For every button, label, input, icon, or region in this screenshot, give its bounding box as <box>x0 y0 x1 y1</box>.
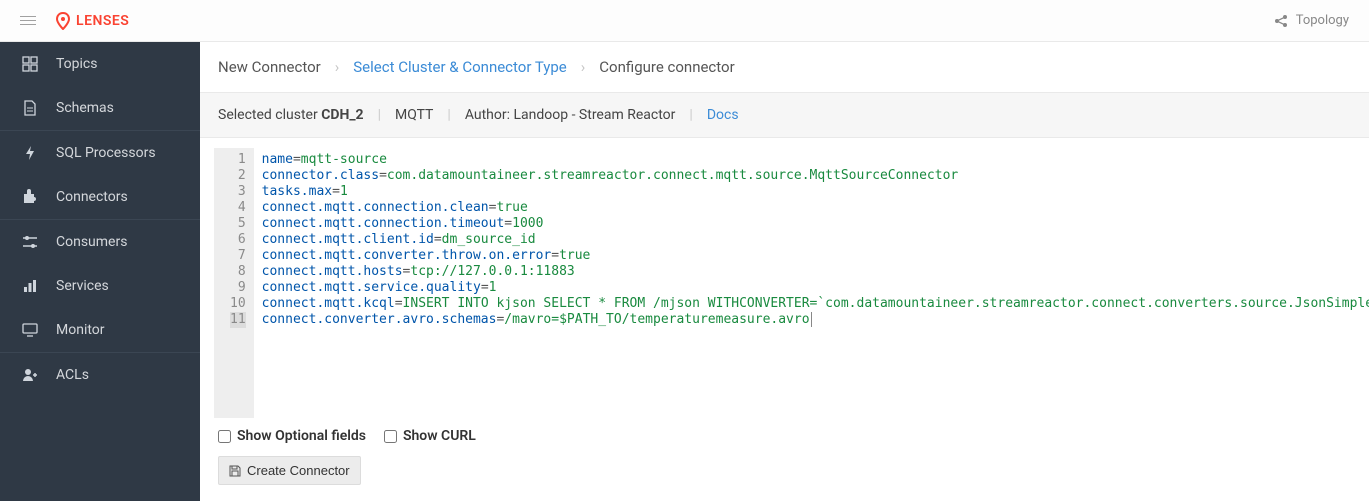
show-curl-checkbox[interactable]: Show CURL <box>384 428 476 444</box>
code-line[interactable]: connect.mqtt.service.quality=1 <box>262 280 1369 296</box>
bc-root: New Connector <box>218 58 321 76</box>
lenses-pin-icon <box>56 12 70 30</box>
editor-code[interactable]: name=mqtt-sourceconnector.class=com.data… <box>254 148 1369 418</box>
create-connector-button[interactable]: Create Connector <box>218 456 361 485</box>
code-line[interactable]: connect.mqtt.client.id=dm_source_id <box>262 232 1369 248</box>
sidebar-item-label: Services <box>56 278 109 294</box>
code-editor[interactable]: 1234567891011 name=mqtt-sourceconnector.… <box>214 148 1355 418</box>
code-line[interactable]: connect.mqtt.converter.throw.on.error=tr… <box>262 248 1369 264</box>
menu-icon[interactable] <box>20 16 36 25</box>
sidebar-item-label: Connectors <box>56 189 128 205</box>
topology-label: Topology <box>1296 13 1349 28</box>
save-icon <box>229 465 241 477</box>
infobar: Selected cluster CDH_2 | MQTT | Author: … <box>200 93 1369 138</box>
sidebar-item-connectors[interactable]: Connectors <box>0 175 200 219</box>
code-line[interactable]: tasks.max=1 <box>262 184 1369 200</box>
code-line[interactable]: connector.class=com.datamountaineer.stre… <box>262 168 1369 184</box>
breadcrumb: New Connector › Select Cluster & Connect… <box>200 42 1369 93</box>
show-optional-checkbox[interactable]: Show Optional fields <box>218 428 366 444</box>
screen-icon <box>22 323 38 337</box>
sidebar-item-acls[interactable]: ACLs <box>0 353 200 397</box>
sidebar-item-monitor[interactable]: Monitor <box>0 308 200 352</box>
person-icon <box>22 368 38 382</box>
chevron-right-icon: › <box>581 58 586 76</box>
author: Author: Landoop - Stream Reactor <box>465 107 676 123</box>
sidebar-item-label: Topics <box>56 56 97 72</box>
show-optional-input[interactable] <box>218 430 231 443</box>
doc-icon <box>22 100 38 116</box>
topbar: LENSES Topology <box>0 0 1369 42</box>
main-panel: New Connector › Select Cluster & Connect… <box>200 42 1369 501</box>
sidebar-item-services[interactable]: Services <box>0 264 200 308</box>
options-row: Show Optional fields Show CURL <box>200 418 1369 452</box>
sidebar-item-consumers[interactable]: Consumers <box>0 220 200 264</box>
sidebar-item-label: SQL Processors <box>56 145 156 161</box>
puzzle-icon <box>22 189 38 205</box>
sidebar-item-label: ACLs <box>56 367 89 383</box>
code-line[interactable]: connect.mqtt.connection.timeout=1000 <box>262 216 1369 232</box>
bars-icon <box>22 279 38 293</box>
brand-text: LENSES <box>76 13 129 29</box>
sidebar-item-label: Monitor <box>56 322 105 338</box>
sidebar-item-sql-processors[interactable]: SQL Processors <box>0 131 200 175</box>
sidebar-item-topics[interactable]: Topics <box>0 42 200 86</box>
code-line[interactable]: connect.mqtt.connection.clean=true <box>262 200 1369 216</box>
grid-icon <box>22 56 38 72</box>
code-line[interactable]: connect.mqtt.kcql=INSERT INTO kjson SELE… <box>262 296 1369 312</box>
code-line[interactable]: connect.mqtt.hosts=tcp://127.0.0.1:11883 <box>262 264 1369 280</box>
topology-link[interactable]: Topology <box>1274 13 1349 28</box>
selected-cluster: Selected cluster CDH_2 <box>218 107 364 123</box>
sidebar: Topics Schemas SQL Processors Connectors Con… <box>0 42 200 501</box>
sidebar-item-label: Consumers <box>56 234 127 250</box>
bc-current: Configure connector <box>599 58 734 76</box>
code-line[interactable]: name=mqtt-source <box>262 152 1369 168</box>
code-line[interactable]: connect.converter.avro.schemas=/mavro=$P… <box>262 312 1369 328</box>
docs-link[interactable]: Docs <box>707 107 739 123</box>
sidebar-item-label: Schemas <box>56 100 114 116</box>
editor-gutter: 1234567891011 <box>214 148 254 418</box>
sidebar-item-schemas[interactable]: Schemas <box>0 86 200 130</box>
sliders-icon <box>22 235 38 249</box>
brand-logo[interactable]: LENSES <box>56 12 129 30</box>
chevron-right-icon: › <box>335 58 340 76</box>
bolt-icon <box>22 145 38 161</box>
show-curl-input[interactable] <box>384 430 397 443</box>
connector-type: MQTT <box>395 107 433 123</box>
share-icon <box>1274 14 1288 28</box>
bc-step-link[interactable]: Select Cluster & Connector Type <box>353 58 567 76</box>
